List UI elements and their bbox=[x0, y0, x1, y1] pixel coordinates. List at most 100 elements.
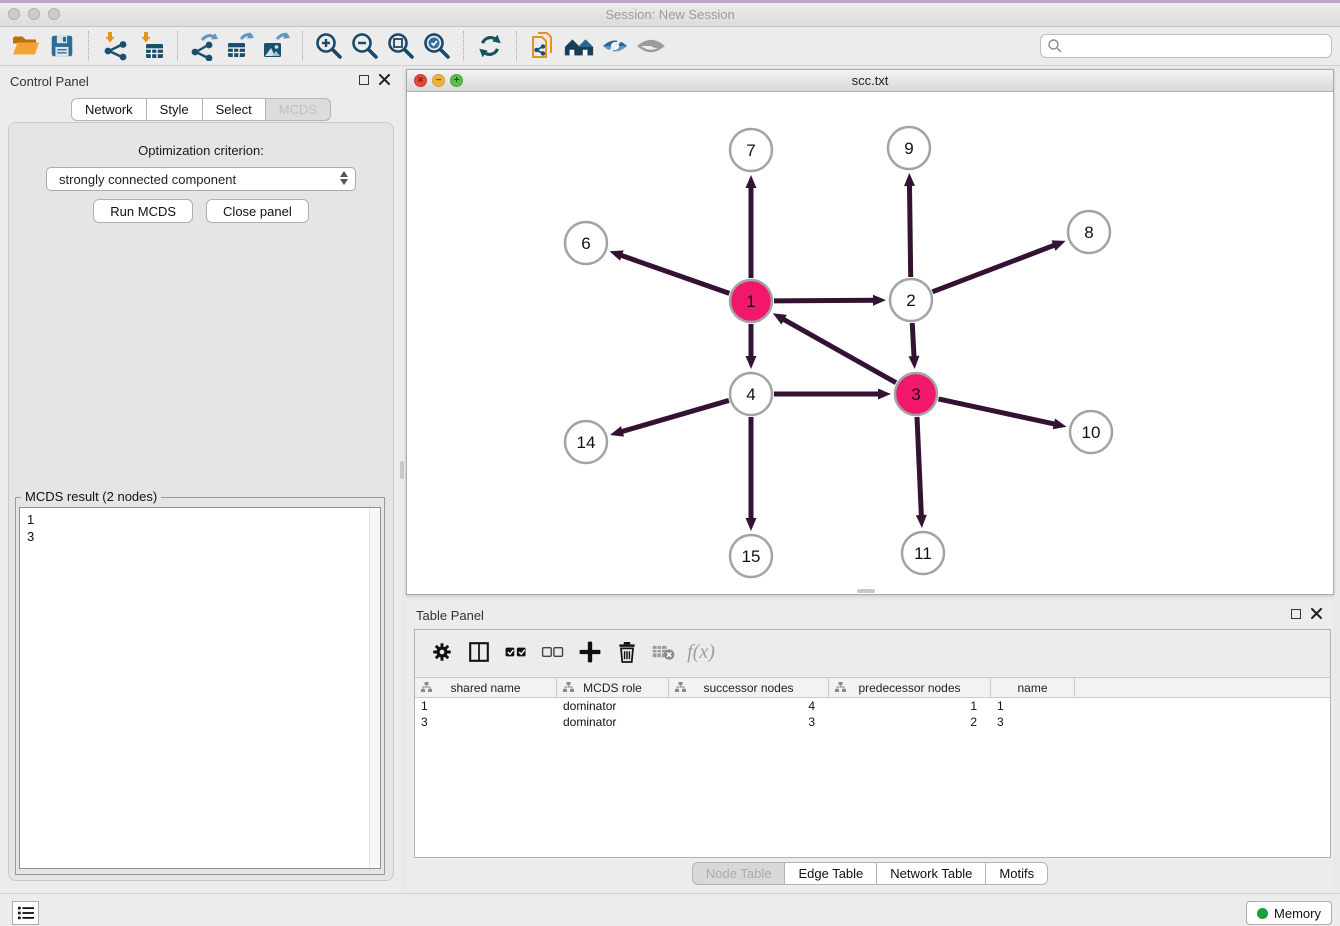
export-network-icon[interactable] bbox=[186, 29, 222, 63]
graph-node-label: 6 bbox=[581, 234, 590, 253]
network-window-titlebar[interactable]: × − + scc.txt bbox=[407, 70, 1333, 92]
refresh-icon[interactable] bbox=[472, 29, 508, 63]
graph-node-7[interactable]: 7 bbox=[730, 129, 772, 171]
graph-edge-4-14[interactable] bbox=[610, 400, 729, 436]
graph-node-label: 3 bbox=[911, 385, 920, 404]
save-icon[interactable] bbox=[44, 29, 80, 63]
tab-select[interactable]: Select bbox=[203, 98, 266, 121]
graph-edge-2-3[interactable] bbox=[908, 323, 919, 369]
column-header-mcds-role[interactable]: MCDS role bbox=[557, 678, 669, 697]
table-cell[interactable]: 3 bbox=[991, 714, 1075, 730]
close-table-panel-icon[interactable] bbox=[1311, 608, 1322, 619]
table-cell[interactable]: 1 bbox=[415, 698, 557, 714]
graph-node-11[interactable]: 11 bbox=[902, 532, 944, 574]
zoom-out-icon[interactable] bbox=[347, 29, 383, 63]
column-header-label: MCDS role bbox=[583, 681, 642, 695]
graph-edge-3-1[interactable] bbox=[773, 313, 896, 382]
table-row[interactable]: 3dominator323 bbox=[415, 714, 1330, 730]
graph-edge-2-8[interactable] bbox=[932, 240, 1065, 291]
application-window: Session: New Session bbox=[0, 0, 1340, 926]
houses-icon[interactable] bbox=[561, 29, 597, 63]
graph-node-6[interactable]: 6 bbox=[565, 222, 607, 264]
zoom-selected-icon[interactable] bbox=[419, 29, 455, 63]
graph-edge-3-10[interactable] bbox=[938, 399, 1066, 429]
column-header-name[interactable]: name bbox=[991, 678, 1075, 697]
add-column-icon[interactable] bbox=[575, 637, 605, 667]
clear-all-checkboxes-icon[interactable] bbox=[538, 637, 568, 667]
export-image-icon[interactable] bbox=[258, 29, 294, 63]
node-table: shared name MCDS role successor nodes prede… bbox=[415, 677, 1330, 857]
graph-node-label: 8 bbox=[1084, 223, 1093, 242]
network-document-icon[interactable] bbox=[525, 29, 561, 63]
table-row[interactable]: 1dominator411 bbox=[415, 698, 1330, 714]
graph-node-9[interactable]: 9 bbox=[888, 127, 930, 169]
tab-motifs[interactable]: Motifs bbox=[986, 862, 1048, 885]
mcds-result-text: 1 3 bbox=[27, 511, 34, 545]
split-view-icon[interactable] bbox=[464, 637, 494, 667]
table-cell[interactable]: dominator bbox=[557, 714, 669, 730]
eye-slash-icon[interactable] bbox=[597, 29, 633, 63]
tab-mcds[interactable]: MCDS bbox=[266, 98, 331, 121]
table-cell[interactable]: 3 bbox=[415, 714, 557, 730]
memory-button[interactable]: Memory bbox=[1246, 901, 1332, 925]
graph-node-10[interactable]: 10 bbox=[1070, 411, 1112, 453]
graph-edge-1-7[interactable] bbox=[746, 175, 757, 278]
graph-edge-1-2[interactable] bbox=[774, 295, 886, 306]
graph-node-2[interactable]: 2 bbox=[890, 279, 932, 321]
run-mcds-button[interactable]: Run MCDS bbox=[93, 199, 193, 223]
toolbar-separator bbox=[88, 31, 89, 61]
close-panel-icon[interactable] bbox=[379, 74, 390, 85]
function-builder-label: f(x) bbox=[687, 641, 715, 664]
list-icon bbox=[17, 905, 35, 921]
graph-edge-2-9[interactable] bbox=[904, 173, 915, 277]
mcds-result-box[interactable]: 1 3 bbox=[19, 507, 381, 869]
zoom-fit-icon[interactable] bbox=[383, 29, 419, 63]
graph-edge-4-3[interactable] bbox=[774, 389, 891, 400]
tab-style[interactable]: Style bbox=[147, 98, 203, 121]
table-cell[interactable]: dominator bbox=[557, 698, 669, 714]
column-header-predecessor-nodes[interactable]: predecessor nodes bbox=[829, 678, 991, 697]
vertical-splitter-handle[interactable] bbox=[400, 461, 404, 479]
table-cell[interactable]: 1 bbox=[991, 698, 1075, 714]
import-table-icon[interactable] bbox=[133, 29, 169, 63]
task-history-button[interactable] bbox=[12, 901, 39, 925]
close-panel-button[interactable]: Close panel bbox=[206, 199, 309, 223]
tab-edge-table[interactable]: Edge Table bbox=[785, 862, 877, 885]
select-all-checkboxes-icon[interactable] bbox=[501, 637, 531, 667]
graph-edge-1-6[interactable] bbox=[610, 250, 730, 293]
float-panel-icon[interactable] bbox=[359, 75, 369, 85]
delete-columns-icon[interactable] bbox=[612, 637, 642, 667]
table-cell[interactable]: 4 bbox=[669, 698, 829, 714]
memory-status-icon bbox=[1257, 908, 1268, 919]
graph-node-1[interactable]: 1 bbox=[730, 280, 772, 322]
tab-network[interactable]: Network bbox=[71, 98, 147, 121]
tab-node-table[interactable]: Node Table bbox=[692, 862, 786, 885]
graph-node-15[interactable]: 15 bbox=[730, 535, 772, 577]
column-header-shared-name[interactable]: shared name bbox=[415, 678, 557, 697]
column-header-successor-nodes[interactable]: successor nodes bbox=[669, 678, 829, 697]
network-canvas[interactable]: 7 9 6 8 1 2 4 3 14 10 15 11 bbox=[407, 92, 1333, 594]
criterion-select[interactable]: strongly connected component bbox=[46, 167, 356, 191]
table-cell[interactable]: 2 bbox=[829, 714, 991, 730]
open-folder-icon[interactable] bbox=[8, 29, 44, 63]
splitter-handle[interactable] bbox=[857, 589, 875, 593]
settings-gear-icon[interactable] bbox=[427, 637, 457, 667]
tab-network-table[interactable]: Network Table bbox=[877, 862, 986, 885]
import-network-icon[interactable] bbox=[97, 29, 133, 63]
graph-edge-1-4[interactable] bbox=[746, 324, 757, 369]
graph-node-14[interactable]: 14 bbox=[565, 421, 607, 463]
column-header-label: successor nodes bbox=[703, 681, 793, 695]
table-cell[interactable]: 3 bbox=[669, 714, 829, 730]
graph-node-8[interactable]: 8 bbox=[1068, 211, 1110, 253]
graph-node-4[interactable]: 4 bbox=[730, 373, 772, 415]
search-input[interactable] bbox=[1040, 34, 1332, 58]
search-icon bbox=[1047, 38, 1063, 59]
graph-node-3[interactable]: 3 bbox=[895, 373, 937, 415]
zoom-in-icon[interactable] bbox=[311, 29, 347, 63]
float-table-panel-icon[interactable] bbox=[1291, 609, 1301, 619]
table-cell[interactable]: 1 bbox=[829, 698, 991, 714]
export-table-icon[interactable] bbox=[222, 29, 258, 63]
result-scrollbar[interactable] bbox=[369, 508, 380, 868]
graph-edge-3-11[interactable] bbox=[916, 417, 927, 528]
graph-edge-4-15[interactable] bbox=[746, 417, 757, 531]
